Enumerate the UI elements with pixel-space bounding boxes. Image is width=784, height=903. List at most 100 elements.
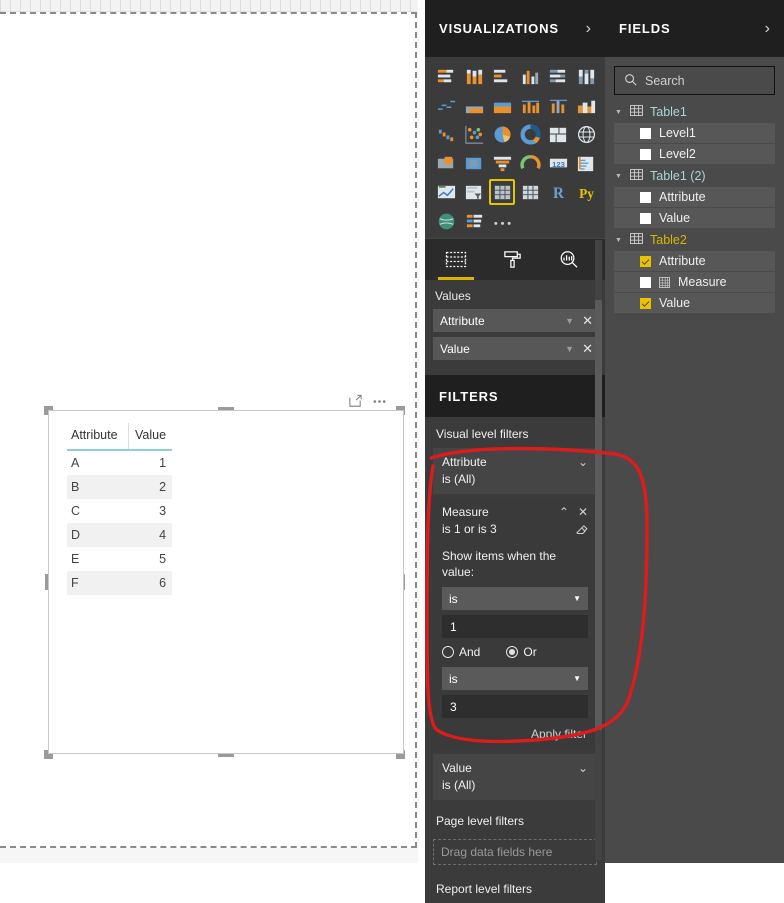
close-icon[interactable]: ✕	[578, 505, 588, 519]
chevron-right-icon[interactable]: ›	[765, 20, 770, 38]
fields-table-table2[interactable]: ▼ Table2	[605, 229, 784, 251]
page-level-dropzone[interactable]: Drag data fields here	[433, 839, 597, 866]
field-checkbox[interactable]	[640, 255, 651, 267]
column-header-attribute[interactable]: Attribute	[67, 423, 129, 451]
more-visuals-icon[interactable]	[489, 208, 515, 234]
scatter-chart-icon[interactable]	[461, 121, 487, 147]
radio-and-label: And	[459, 645, 481, 660]
treemap-icon[interactable]	[545, 121, 571, 147]
cell-value: 5	[159, 552, 167, 566]
clustered-bar-chart-icon[interactable]	[489, 63, 515, 89]
donut-chart-icon[interactable]	[517, 121, 543, 147]
field-wells: Values Attribute ▼ ✕ Value ▼ ✕	[425, 280, 605, 375]
shape-map-icon[interactable]	[461, 150, 487, 176]
slicer-icon[interactable]	[461, 179, 487, 205]
search-input[interactable]: Search	[614, 66, 775, 95]
well-chip-attribute[interactable]: Attribute ▼ ✕	[433, 309, 597, 332]
card-icon[interactable]: 123	[545, 150, 571, 176]
more-options-icon[interactable]	[372, 394, 387, 409]
eraser-icon[interactable]	[575, 523, 588, 536]
report-level-filters-label: Report level filters	[436, 882, 533, 897]
table-row[interactable]: A1	[67, 450, 172, 475]
condition2-operator-select[interactable]: is ▼	[442, 667, 588, 691]
stacked-area-chart-icon[interactable]	[489, 92, 515, 118]
table-visual[interactable]: Attribute Value A1B2C3D4E5F6	[48, 410, 404, 754]
column-header-value[interactable]: Value	[127, 423, 173, 451]
ribbon-chart-icon[interactable]	[573, 92, 599, 118]
key-influencers-icon[interactable]	[461, 208, 487, 234]
filter-card-measure[interactable]: Measure ⌃ ✕ is 1 or is 3 Show items when…	[433, 498, 597, 751]
close-icon[interactable]: ✕	[582, 313, 593, 329]
field-item-level2[interactable]: Level2	[614, 144, 775, 164]
funnel-icon[interactable]	[489, 150, 515, 176]
100-stacked-column-chart-icon[interactable]	[573, 63, 599, 89]
python-visual-icon[interactable]: Py	[573, 179, 599, 205]
pie-chart-icon[interactable]	[489, 121, 515, 147]
chevron-right-icon[interactable]: ›	[586, 20, 591, 38]
field-item-attribute[interactable]: Attribute	[614, 251, 775, 271]
table-icon[interactable]	[489, 179, 515, 205]
focus-mode-icon[interactable]	[348, 394, 363, 409]
well-chip-value[interactable]: Value ▼ ✕	[433, 337, 597, 360]
field-checkbox[interactable]	[640, 191, 651, 203]
triangle-down-icon[interactable]: ▼	[615, 237, 623, 244]
field-checkbox[interactable]	[640, 212, 651, 224]
caret-down-icon[interactable]: ▼	[565, 316, 574, 326]
fields-table-table1[interactable]: ▼ Table1	[605, 101, 784, 123]
visualizations-scrollbar-thumb[interactable]	[595, 300, 602, 730]
field-item-label: Level2	[659, 147, 696, 161]
chevron-down-icon[interactable]: ⌄	[578, 761, 588, 775]
table-row[interactable]: E5	[67, 547, 172, 571]
stacked-bar-chart-icon[interactable]	[433, 63, 459, 89]
triangle-down-icon[interactable]: ▼	[615, 109, 623, 116]
caret-down-icon[interactable]: ▼	[565, 344, 574, 354]
radio-or[interactable]: Or	[506, 645, 537, 659]
fields-tab[interactable]	[438, 245, 474, 280]
clustered-column-chart-icon[interactable]	[517, 63, 543, 89]
analytics-tab[interactable]	[553, 245, 583, 275]
chevron-up-icon[interactable]: ⌃	[559, 505, 569, 519]
format-tab[interactable]	[497, 245, 527, 275]
field-checkbox[interactable]	[640, 276, 651, 288]
multi-row-card-icon[interactable]	[573, 150, 599, 176]
line-chart-icon[interactable]	[433, 92, 459, 118]
radio-and[interactable]: And	[442, 645, 480, 659]
condition2-value-input[interactable]: 3	[442, 695, 588, 719]
field-checkbox[interactable]	[640, 148, 651, 160]
kpi-icon[interactable]	[433, 179, 459, 205]
field-checkbox[interactable]	[640, 297, 651, 309]
apply-filter-button[interactable]: Apply filter	[442, 725, 588, 742]
field-checkbox[interactable]	[640, 127, 651, 139]
condition1-value-input[interactable]: 1	[442, 615, 588, 639]
filter-card-value[interactable]: Value ⌄ is (All)	[433, 754, 597, 801]
line-clustered-column-chart-icon[interactable]	[545, 92, 571, 118]
stacked-column-chart-icon[interactable]	[461, 63, 487, 89]
filter-card-attribute[interactable]: Attribute ⌄ is (All)	[433, 448, 597, 494]
close-icon[interactable]: ✕	[582, 341, 593, 357]
fields-table-table12[interactable]: ▼ Table1 (2)	[605, 165, 784, 187]
condition1-operator-select[interactable]: is ▼	[442, 587, 588, 611]
arcgis-map-icon[interactable]	[433, 208, 459, 234]
cell-attribute: C	[71, 504, 81, 518]
chevron-down-icon[interactable]: ⌄	[578, 455, 588, 469]
area-chart-icon[interactable]	[461, 92, 487, 118]
waterfall-chart-icon[interactable]	[433, 121, 459, 147]
gauge-icon[interactable]	[517, 150, 543, 176]
field-item-value[interactable]: Value	[614, 293, 775, 313]
field-item-measure[interactable]: Measure	[614, 272, 775, 292]
filled-map-icon[interactable]	[433, 150, 459, 176]
matrix-icon[interactable]	[517, 179, 543, 205]
map-icon[interactable]	[573, 121, 599, 147]
ruler-tick	[330, 0, 331, 12]
field-item-value[interactable]: Value	[614, 208, 775, 228]
line-stacked-column-chart-icon[interactable]	[517, 92, 543, 118]
table-row[interactable]: B2	[67, 475, 173, 499]
table-row[interactable]: C3	[67, 499, 172, 523]
table-row[interactable]: D4	[67, 523, 173, 547]
field-item-level1[interactable]: Level1	[614, 123, 775, 143]
r-script-visual-icon[interactable]: R	[545, 179, 571, 205]
triangle-down-icon[interactable]: ▼	[615, 173, 623, 180]
field-item-attribute[interactable]: Attribute	[614, 187, 775, 207]
table-row[interactable]: F6	[67, 571, 173, 595]
100-stacked-bar-chart-icon[interactable]	[545, 63, 571, 89]
